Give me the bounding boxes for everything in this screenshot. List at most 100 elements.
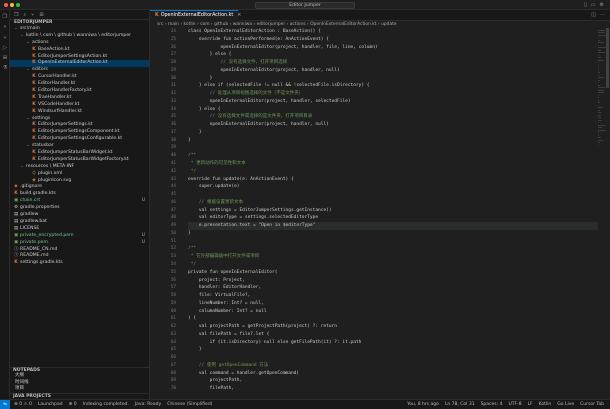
tree-file[interactable]: K EditorJumperSettingsConfigurable.kt [10, 136, 149, 143]
tree-file[interactable]: K EditorHandler.kt [10, 81, 149, 88]
status-item[interactable]: UTF-8 [508, 402, 521, 407]
tree-file[interactable]: K EditorJumperStatusBarWidgetFactory.kt [10, 157, 149, 164]
close-window-button[interactable] [4, 3, 8, 7]
status-item[interactable]: You, 8 hrs ago [407, 402, 439, 407]
status-item[interactable]: Go Live [557, 402, 574, 407]
code-line[interactable]: if (it.isDirectory) null else getFilePat… [188, 339, 598, 347]
code-line[interactable]: } else { [188, 51, 598, 59]
tree-folder[interactable]: ⌄ src\main [10, 26, 149, 33]
code-line[interactable] [188, 191, 598, 199]
status-item[interactable]: ⊕ 0 [69, 402, 77, 407]
test-icon[interactable]: ⚗ [0, 65, 10, 71]
tree-file[interactable]: ▣ private_encrypted.pem U [10, 233, 149, 240]
tree-file[interactable]: K CursorHandler.kt [10, 74, 149, 81]
breadcrumb-segment[interactable]: github [214, 22, 228, 27]
status-item[interactable]: Chinese (Simplified) [167, 402, 212, 407]
close-tab-icon[interactable]: × [237, 13, 241, 18]
code-line[interactable]: super.update(e) [188, 183, 598, 191]
tree-file[interactable]: ▤ gradlew.bat [10, 219, 149, 226]
breadcrumb-segment[interactable]: update [381, 22, 396, 27]
code-line[interactable] [188, 238, 598, 246]
code-line[interactable]: // 没有选择文件，打开项目选择 [188, 59, 598, 67]
tree-file[interactable]: Ksettings.gradle.kts [10, 260, 149, 267]
code-line[interactable]: } else if (selectedFile != null && !sele… [188, 82, 598, 90]
code-line[interactable]: val editorType = settings.selectedEditor… [188, 214, 598, 222]
status-item[interactable]: Indexing completed. [83, 402, 129, 407]
status-item[interactable]: Launchpad [38, 402, 63, 407]
more-actions-icon[interactable]: ⋯ [600, 12, 605, 18]
code-line[interactable]: openInExternalEditor(project, handler, n… [188, 121, 598, 129]
maximize-window-button[interactable] [16, 3, 20, 7]
minimize-window-button[interactable] [10, 3, 14, 7]
breadcrumb-segment[interactable]: wanniwa [233, 22, 252, 27]
tree-folder[interactable]: ⌄ editors [10, 67, 149, 74]
settings-gear-icon[interactable]: ⚙ [600, 2, 604, 8]
breadcrumb-segment[interactable]: main [168, 22, 179, 27]
tree-file[interactable]: K OpenInExternalEditorAction.kt [10, 60, 149, 68]
breadcrumb-segment[interactable]: com [200, 22, 209, 27]
tab-open-in-external-editor-action[interactable]: K OpenInExternalEditorAction.kt × [150, 10, 241, 21]
code-line[interactable]: private fun openInExternalEditor( [188, 269, 598, 277]
tree-file[interactable]: ▤ LICENSE [10, 226, 149, 233]
minimap[interactable] [596, 28, 610, 399]
status-item[interactable]: Spaces: 4 [481, 402, 503, 407]
code-line[interactable]: */ [188, 261, 598, 269]
code-line[interactable]: projectPath, [188, 377, 598, 385]
code-line[interactable]: */ [188, 168, 598, 176]
toggle-panel-icon[interactable]: ▭ [591, 2, 596, 8]
tree-folder[interactable]: ⌄ actions [10, 40, 149, 47]
code-line[interactable]: } [188, 129, 598, 137]
code-line[interactable]: openInExternalEditor(project, handler, n… [188, 67, 598, 75]
code-line[interactable]: override fun actionPerformed(e: AnAction… [188, 36, 598, 44]
code-line[interactable]: columnNumber: Int? = null [188, 308, 598, 316]
code-line[interactable]: * 更新动作的可见性和文本 [188, 160, 598, 168]
tree-file[interactable]: K BaseAction.kt [10, 47, 149, 54]
code-line[interactable]: e.presentation.text = "Open in $editorTy… [188, 222, 598, 230]
code-line[interactable]: class OpenInExternalEditorAction : BaseA… [188, 28, 598, 36]
run-debug-icon[interactable]: ▷ [0, 45, 10, 51]
code-line[interactable]: filePath, [188, 385, 598, 393]
code-line[interactable]: /** [188, 245, 598, 253]
code-line[interactable]: handler: EditorHandler, [188, 284, 598, 292]
code-line[interactable]: lineNumber: Int? = null, [188, 300, 598, 308]
tree-file[interactable]: ▣ private.pem U [10, 240, 149, 247]
files-icon[interactable]: ❐ [0, 14, 10, 20]
extensions-icon[interactable]: ⊞ [0, 55, 10, 61]
status-item[interactable]: Kotlin [539, 402, 552, 407]
code-editor[interactable]: 24 25 26 27 28 29 30 31 32 33 34 35 36 37 38 39 40 41 42 43… [150, 28, 610, 399]
remote-indicator-icon[interactable]: ⇋ [0, 399, 10, 409]
tree-file[interactable]: ▤ gradlew [10, 212, 149, 219]
tree-file[interactable]: ⚙ gradle.properties [10, 205, 149, 212]
code-line[interactable]: } else { [188, 106, 598, 114]
code-line[interactable]: // 没有选择文件或选择的是文件夹，打开项目目录 [188, 113, 598, 121]
code-line[interactable]: // 根据设置更新文本 [188, 199, 598, 207]
tree-file[interactable]: K EditorJumperStatusBarWidget.kt [10, 150, 149, 157]
tree-file[interactable]: K TraeHandler.kt [10, 95, 149, 102]
search-icon[interactable]: ⌕ [0, 24, 10, 31]
status-item[interactable]: LF [528, 402, 533, 407]
scrollbar-thumb[interactable] [606, 28, 609, 88]
search-icon[interactable]: ⌕ [23, 12, 26, 18]
code-line[interactable]: val filePath = file?.let { [188, 331, 598, 339]
tree-folder[interactable]: ⌄ resources \ META-INF [10, 164, 149, 171]
source-control-icon[interactable]: ⑂ [31, 12, 34, 18]
code-line[interactable]: openInExternalEditor(project, handler, s… [188, 98, 598, 106]
source-control-icon[interactable]: ⑂ [0, 35, 10, 41]
breadcrumb-segment[interactable]: kotlin [184, 22, 196, 27]
tree-file[interactable]: K WindsurfHandler.kt [10, 109, 149, 116]
breadcrumb-segment[interactable]: editorjumper [257, 22, 286, 27]
status-item[interactable]: Java: Ready [135, 402, 161, 407]
code-line[interactable]: // 使用 getOpenCommand 方法 [188, 362, 598, 370]
code-line[interactable]: } [188, 230, 598, 238]
tree-folder[interactable]: ⌄ kotlin \ com \ github \ wanniwa \ edito… [10, 33, 149, 40]
breadcrumb-segment[interactable]: actions [290, 22, 306, 27]
code-line[interactable]: override fun update(e: AnActionEvent) { [188, 176, 598, 184]
extensions-icon[interactable]: ⊞ [39, 12, 43, 18]
code-line[interactable]: val command = handler.getOpenCommand( [188, 370, 598, 378]
code-line[interactable]: ) { [188, 315, 598, 323]
code-line[interactable] [188, 354, 598, 362]
command-center-search[interactable]: Editor Jumper [255, 1, 355, 9]
status-item[interactable]: ⊗ 0 ⚠ 0 [14, 402, 32, 407]
code-line[interactable]: /** [188, 152, 598, 160]
split-editor-icon[interactable]: ◫ [591, 12, 596, 18]
